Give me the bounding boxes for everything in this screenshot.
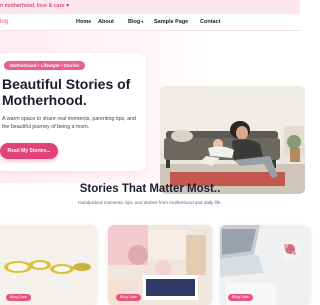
card-image-baby-items xyxy=(108,225,212,305)
story-card[interactable]: Blog Cate xyxy=(108,225,212,305)
section-title: Stories That Matter Most.. xyxy=(79,183,221,195)
tagline-text: n motherhood, love & care xyxy=(0,3,65,9)
nav-about[interactable]: About xyxy=(98,18,114,26)
main-navigation: log Home About Blog▾ Sample Page Contact xyxy=(0,14,300,31)
read-stories-button[interactable]: Read My Stories... xyxy=(0,143,58,159)
card-image-laptop-desk xyxy=(220,225,310,305)
nav-home[interactable]: Home xyxy=(76,18,91,26)
tagline: n motherhood, love & care ♥ xyxy=(0,2,69,11)
story-card[interactable]: Blog Cate xyxy=(0,225,97,305)
top-announcement-bar: n motherhood, love & care ♥ xyxy=(0,0,300,14)
hero-title: Beautiful Stories of Motherhood. xyxy=(2,76,131,108)
story-card[interactable]: Blog Cate xyxy=(220,225,310,305)
heart-icon: ♥ xyxy=(66,3,70,9)
nav-contact[interactable]: Contact xyxy=(200,18,220,26)
hero-photo-mother-child xyxy=(160,86,305,194)
section-subtitle: Handpicked moments, tips, and stories fr… xyxy=(78,200,222,205)
category-pill[interactable]: Motherhood • Lifestyle • Stories xyxy=(4,61,86,70)
nav-blog-label: Blog xyxy=(128,19,141,25)
hero-photo-illustration xyxy=(160,86,305,194)
hero-section: Motherhood • Lifestyle • Stories Beautif… xyxy=(0,31,305,194)
nav-sample-page[interactable]: Sample Page xyxy=(154,18,188,26)
hero-subtitle: A warm space to share real moments, pare… xyxy=(2,116,136,130)
nav-blog[interactable]: Blog▾ xyxy=(128,18,143,26)
chevron-down-icon: ▾ xyxy=(141,19,144,24)
card-image-candles xyxy=(0,225,97,305)
site-logo[interactable]: log xyxy=(0,18,8,26)
